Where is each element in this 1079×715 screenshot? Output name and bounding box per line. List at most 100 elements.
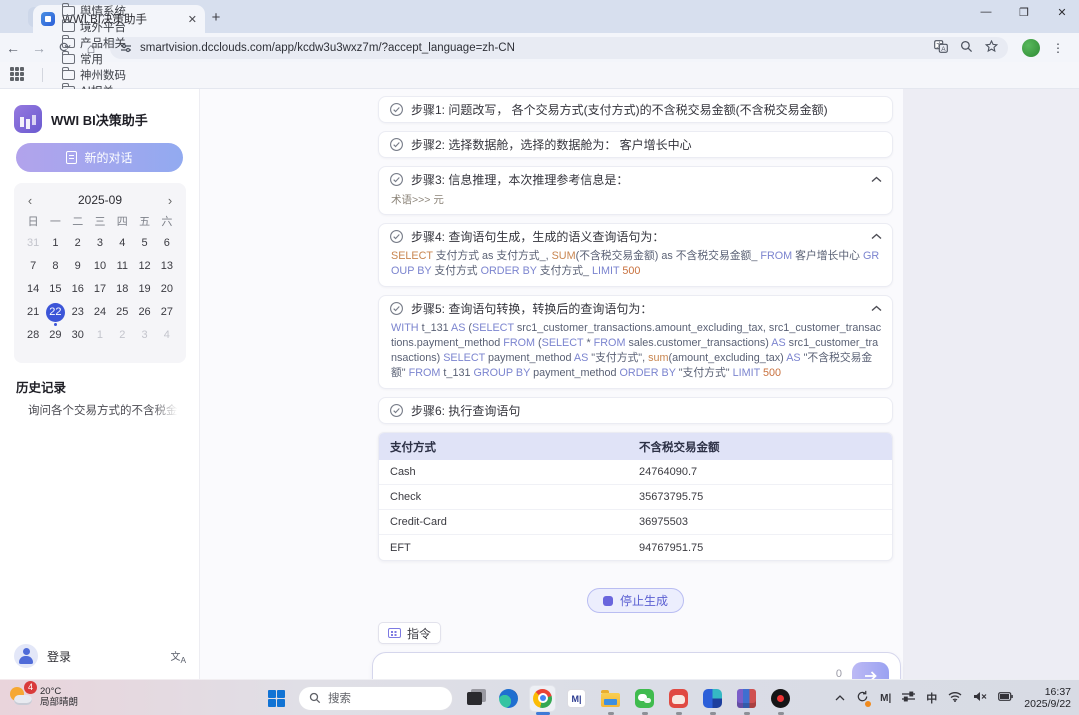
calendar-day[interactable]: 23 xyxy=(67,302,89,322)
calendar-day[interactable]: 11 xyxy=(111,256,133,276)
command-label: 指令 xyxy=(407,625,431,642)
taskbar-weather[interactable]: 4 20°C 局部晴朗 xyxy=(8,684,78,710)
calendar-day[interactable]: 29 xyxy=(44,325,66,345)
command-button[interactable]: 指令 xyxy=(378,622,441,644)
volume-muted-icon[interactable] xyxy=(973,691,987,705)
tray-clock[interactable]: 16:37 2025/9/22 xyxy=(1024,686,1071,711)
new-chat-button[interactable]: 新的对话 xyxy=(16,143,183,172)
file-explorer-icon[interactable] xyxy=(598,686,623,711)
calendar-day[interactable]: 15 xyxy=(44,279,66,299)
calendar-day[interactable]: 24 xyxy=(89,302,111,322)
calendar-prev-icon[interactable]: ‹ xyxy=(22,193,38,208)
bookmark-label: 神州数码 xyxy=(80,67,126,83)
calendar-day[interactable]: 3 xyxy=(133,325,155,345)
ime-indicator[interactable]: 中 xyxy=(926,690,937,706)
edge-icon[interactable] xyxy=(496,686,521,711)
tab-close-icon[interactable]: ✕ xyxy=(188,13,197,26)
collapse-chevron-icon[interactable] xyxy=(871,305,882,312)
calendar-weekday: 六 xyxy=(156,213,178,231)
calendar-day[interactable]: 31 xyxy=(22,233,44,253)
mixer-tray-icon[interactable] xyxy=(902,691,915,705)
cat-app-icon[interactable] xyxy=(666,686,691,711)
calendar-day[interactable]: 3 xyxy=(89,233,111,253)
calendar-day[interactable]: 28 xyxy=(22,325,44,345)
step-check-icon xyxy=(389,229,404,244)
calendar-day[interactable]: 4 xyxy=(156,325,178,345)
new-tab-button[interactable]: + xyxy=(206,8,226,28)
login-label[interactable]: 登录 xyxy=(47,648,71,665)
weather-temp: 20°C xyxy=(40,686,61,697)
bookmark-folder[interactable]: 境外平台 xyxy=(51,19,137,35)
calendar-day[interactable]: 20 xyxy=(156,279,178,299)
bookmark-star-icon[interactable] xyxy=(985,40,998,56)
calendar-day[interactable]: 14 xyxy=(22,279,44,299)
sync-tray-icon[interactable] xyxy=(856,690,869,706)
forward-button[interactable]: → xyxy=(26,40,52,56)
user-avatar-icon[interactable] xyxy=(14,644,38,668)
calendar-day[interactable]: 26 xyxy=(133,302,155,322)
folder-icon xyxy=(62,54,75,64)
calendar-day[interactable]: 17 xyxy=(89,279,111,299)
calendar-day[interactable]: 4 xyxy=(111,233,133,253)
bookmark-folder[interactable]: 神州数码 xyxy=(51,67,137,83)
m-tray-icon[interactable]: M| xyxy=(880,693,891,704)
taskbar-search[interactable]: 搜索 xyxy=(298,686,453,711)
calendar-day[interactable]: 2 xyxy=(67,233,89,253)
calendar-day[interactable]: 18 xyxy=(111,279,133,299)
m-app-icon[interactable]: M| xyxy=(564,686,589,711)
battery-icon[interactable] xyxy=(998,692,1013,704)
calendar-day[interactable]: 8 xyxy=(44,256,66,276)
profile-avatar[interactable] xyxy=(1022,39,1040,57)
calendar-day[interactable]: 1 xyxy=(44,233,66,253)
blue-app-icon[interactable] xyxy=(700,686,725,711)
step-title: 步骤1: 问题改写， 各个交易方式(支付方式)的不含税交易金额(不含税交易金额) xyxy=(411,101,882,118)
calendar-day[interactable]: 10 xyxy=(89,256,111,276)
svg-text:A: A xyxy=(941,46,946,53)
calendar-day[interactable]: 7 xyxy=(22,256,44,276)
window-maximize-button[interactable]: ❐ xyxy=(1017,6,1031,19)
history-item[interactable]: 询问各个交易方式的不含税金额 xyxy=(28,402,178,418)
table-cell: Credit-Card xyxy=(379,516,639,528)
calendar-day[interactable]: 19 xyxy=(133,279,155,299)
browser-menu-icon[interactable]: ⋮ xyxy=(1052,41,1064,55)
start-button[interactable] xyxy=(264,686,289,711)
calendar-day[interactable]: 21 xyxy=(22,302,44,322)
collapse-chevron-icon[interactable] xyxy=(871,176,882,183)
language-switch-icon[interactable]: 文A xyxy=(170,648,186,665)
calendar-day-selected[interactable]: 22 xyxy=(44,302,66,322)
bookmark-folder[interactable]: 常用 xyxy=(51,51,137,67)
calendar-day[interactable]: 9 xyxy=(67,256,89,276)
calendar-day[interactable]: 6 xyxy=(156,233,178,253)
collapse-chevron-icon[interactable] xyxy=(871,233,882,240)
chrome-icon[interactable] xyxy=(530,686,555,711)
calendar-day[interactable]: 12 xyxy=(133,256,155,276)
back-button[interactable]: ← xyxy=(0,40,26,56)
stop-generating-button[interactable]: 停止生成 xyxy=(587,588,684,613)
calendar-day[interactable]: 27 xyxy=(156,302,178,322)
window-minimize-button[interactable]: — xyxy=(979,6,993,19)
address-bar[interactable]: smartvision.dcclouds.com/app/kcdw3u3wxz7… xyxy=(110,37,1008,59)
calendar-day[interactable]: 5 xyxy=(133,233,155,253)
calendar-day[interactable]: 16 xyxy=(67,279,89,299)
calendar-day[interactable]: 13 xyxy=(156,256,178,276)
calendar-day[interactable]: 1 xyxy=(89,325,111,345)
calendar-weekday-row: 日一二三四五六 xyxy=(22,213,178,231)
apps-grid-icon[interactable] xyxy=(10,67,26,83)
wifi-icon[interactable] xyxy=(948,691,962,705)
recorder-icon[interactable] xyxy=(768,686,793,711)
calendar-next-icon[interactable]: › xyxy=(162,193,178,208)
new-document-icon xyxy=(66,151,77,164)
calendar-day[interactable]: 2 xyxy=(111,325,133,345)
hidden-icons-chevron-icon[interactable] xyxy=(835,692,845,704)
folder-icon xyxy=(62,70,75,80)
translate-icon[interactable]: 文A xyxy=(934,40,948,56)
calendar-day[interactable]: 25 xyxy=(111,302,133,322)
winrar-icon[interactable] xyxy=(734,686,759,711)
bookmark-folder[interactable]: 舆情系统 xyxy=(51,3,137,19)
bookmark-folder[interactable]: 产品相关 xyxy=(51,35,137,51)
window-close-button[interactable]: ✕ xyxy=(1055,6,1069,19)
calendar-day[interactable]: 30 xyxy=(67,325,89,345)
task-view-icon[interactable] xyxy=(462,686,487,711)
wechat-icon[interactable] xyxy=(632,686,657,711)
zoom-icon[interactable] xyxy=(960,40,973,56)
